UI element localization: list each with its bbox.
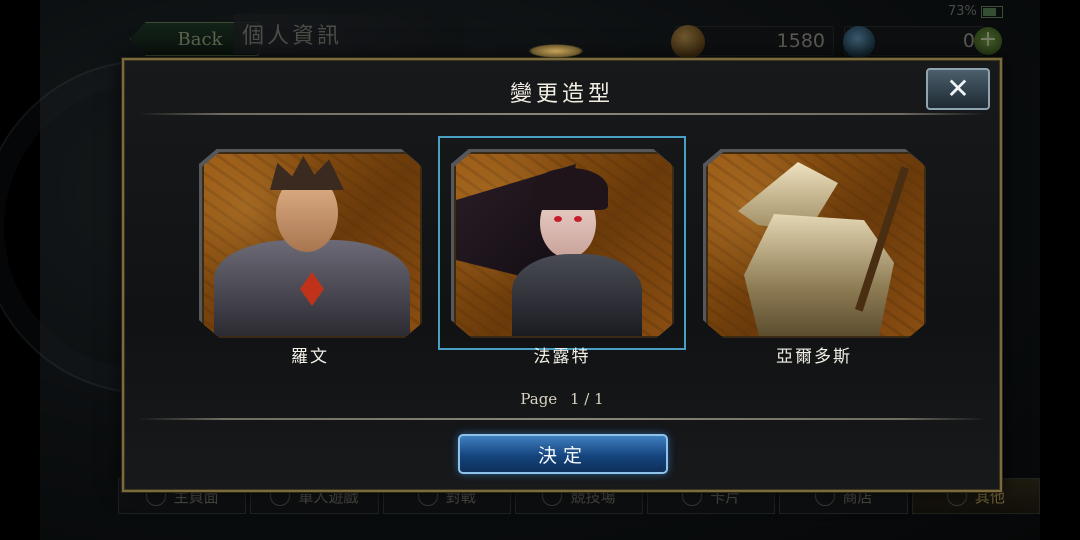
page-label: Page xyxy=(520,390,558,408)
close-icon: ✕ xyxy=(946,72,970,105)
confirm-button[interactable]: 決定 xyxy=(458,434,668,474)
divider-top xyxy=(138,113,986,115)
character-name-falute: 法露特 xyxy=(533,347,591,367)
character-option-yaerduosi[interactable] xyxy=(703,149,926,338)
hair-shape xyxy=(270,156,344,190)
dialog-title: 變更造型 xyxy=(509,82,614,107)
character-option-falute[interactable] xyxy=(438,136,686,350)
character-option-luowen[interactable] xyxy=(199,149,422,338)
page-value: 1 / 1 xyxy=(569,390,604,408)
hair-shape xyxy=(532,168,608,210)
character-name-luowen: 羅文 xyxy=(291,347,329,367)
character-portrait-yaerduosi xyxy=(706,152,926,338)
divider-bottom xyxy=(138,418,986,420)
page-indicator: Page 1 / 1 xyxy=(124,390,1000,408)
eye-shape xyxy=(554,216,562,222)
character-portrait-luowen xyxy=(202,152,422,338)
eye-shape xyxy=(574,216,582,222)
armor-shape xyxy=(512,254,642,336)
change-appearance-dialog: 變更造型 ✕ 羅文 法露特 亞爾多斯 Page 1 / 1 決定 xyxy=(122,58,1002,492)
character-portrait-falute xyxy=(454,152,674,338)
character-name-yaerduosi: 亞爾多斯 xyxy=(776,347,852,367)
dialog-crest-ornament xyxy=(528,44,584,58)
close-button[interactable]: ✕ xyxy=(926,68,990,110)
